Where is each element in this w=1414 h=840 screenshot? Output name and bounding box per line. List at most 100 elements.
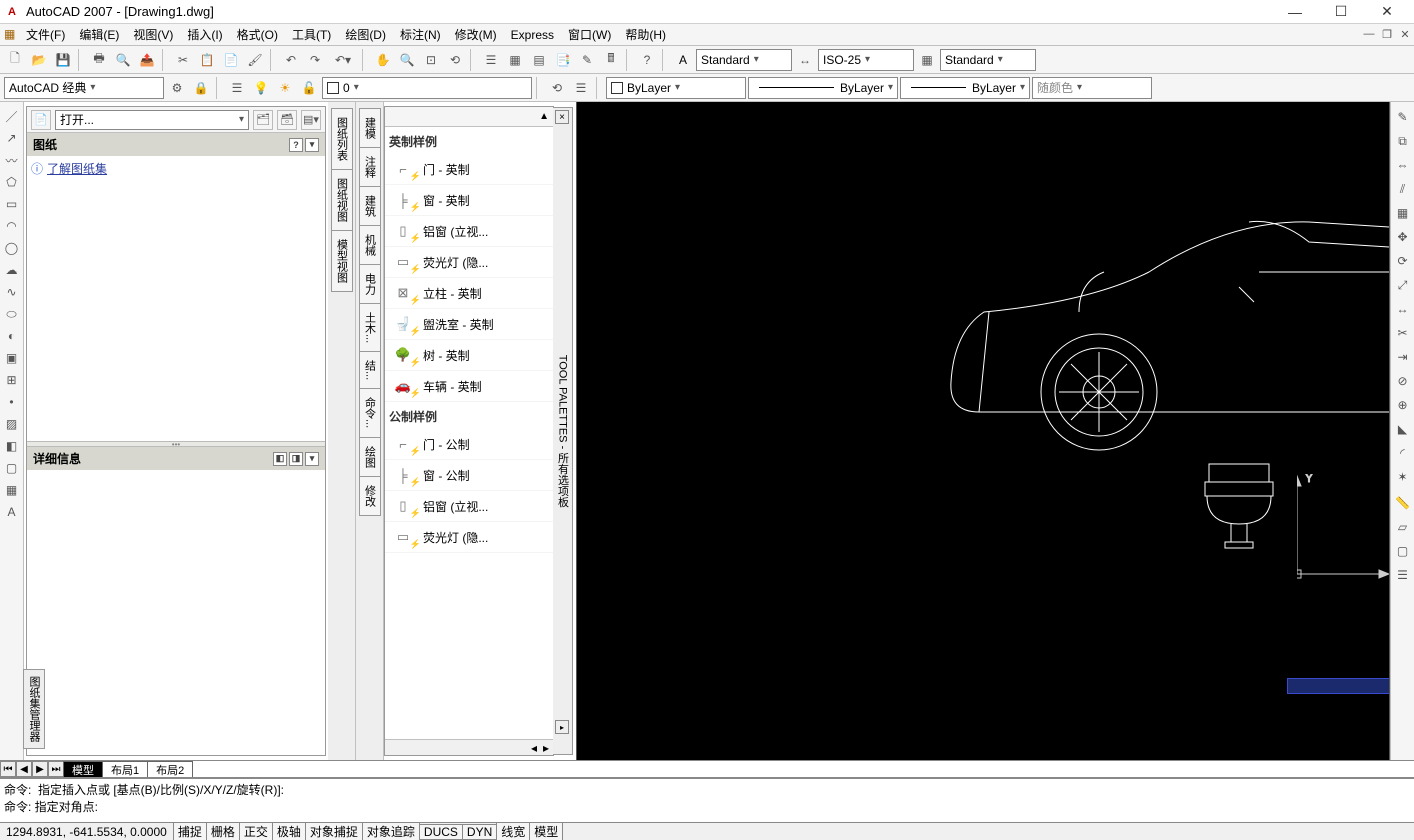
workspace-settings-button[interactable]: ⚙: [166, 77, 188, 99]
print-button[interactable]: 🖶: [88, 49, 110, 71]
layer-props-button[interactable]: ☰: [226, 77, 248, 99]
tablestyle-combo[interactable]: Standard▾: [940, 49, 1036, 71]
doc-restore-button[interactable]: ❐: [1378, 28, 1396, 41]
zoom-realtime-button[interactable]: 🔍: [396, 49, 418, 71]
paste-button[interactable]: 📄: [220, 49, 242, 71]
copy-button[interactable]: 📋: [196, 49, 218, 71]
point-tool[interactable]: •: [2, 392, 22, 412]
redo-button[interactable]: ↷: [304, 49, 326, 71]
gradient-tool[interactable]: ◧: [2, 436, 22, 456]
polyline-tool[interactable]: 〰: [2, 150, 22, 170]
layer-lock-icon[interactable]: 🔓: [298, 77, 320, 99]
preview-button[interactable]: 🔍: [112, 49, 134, 71]
erase-tool[interactable]: ✎: [1392, 106, 1414, 128]
save-button[interactable]: 💾: [52, 49, 74, 71]
tp-metric-door[interactable]: ⌐门 - 公制: [385, 429, 553, 460]
rectangle-tool[interactable]: ▭: [2, 194, 22, 214]
vtab-cat-7[interactable]: 命令...: [359, 388, 381, 437]
status-dyn[interactable]: DYN: [462, 824, 497, 840]
textstyle-combo[interactable]: Standard▾: [696, 49, 792, 71]
region-tool[interactable]: ▢: [2, 458, 22, 478]
sheetset-btn2[interactable]: 🗃: [277, 110, 297, 130]
doc-close-button[interactable]: ✕: [1396, 28, 1414, 41]
workspace-combo[interactable]: AutoCAD 经典▾: [4, 77, 164, 99]
calc-button[interactable]: 🖩: [600, 49, 622, 71]
status-model[interactable]: 模型: [529, 822, 563, 840]
arc-tool[interactable]: ◠: [2, 216, 22, 236]
linetype-combo[interactable]: ByLayer▾: [748, 77, 898, 99]
menu-tools[interactable]: 工具(T): [286, 24, 337, 45]
layer-combo[interactable]: 0▾: [322, 77, 532, 99]
layout-tab-layout1[interactable]: 布局1: [102, 761, 148, 777]
details-menu-icon[interactable]: ▾: [305, 452, 319, 466]
layer-states-button[interactable]: ☰: [570, 77, 592, 99]
color-combo[interactable]: ByLayer▾: [606, 77, 746, 99]
menu-draw[interactable]: 绘图(D): [339, 24, 392, 45]
drawing-canvas[interactable]: X Y 指定对角点: 1294.8931 -641.5534: [577, 102, 1389, 760]
scale-tool[interactable]: ⤢: [1392, 274, 1414, 296]
menu-help[interactable]: 帮助(H): [619, 24, 672, 45]
offset-tool[interactable]: ⫽: [1392, 178, 1414, 200]
tp-metric-alumwin[interactable]: ▯铝窗 (立视...: [385, 491, 553, 522]
xline-tool[interactable]: ↗: [2, 128, 22, 148]
menu-dim[interactable]: 标注(N): [394, 24, 447, 45]
lineweight-combo[interactable]: ByLayer▾: [900, 77, 1030, 99]
trim-tool[interactable]: ✂: [1392, 322, 1414, 344]
pan-button[interactable]: ✋: [372, 49, 394, 71]
tp-imperial-vehicle[interactable]: 🚗车辆 - 英制: [385, 371, 553, 402]
learn-sheetset-link-label[interactable]: 了解图纸集: [47, 160, 107, 177]
tp-metric-window[interactable]: ╞窗 - 公制: [385, 460, 553, 491]
revcloud-tool[interactable]: ☁: [2, 260, 22, 280]
array-tool[interactable]: ▦: [1392, 202, 1414, 224]
dist-tool[interactable]: 📏: [1392, 492, 1414, 514]
region-tool2[interactable]: ▢: [1392, 540, 1414, 562]
tp-imperial-door[interactable]: ⌐门 - 英制: [385, 154, 553, 185]
sheetset-new-icon[interactable]: 📄: [31, 110, 51, 130]
zoom-previous-button[interactable]: ⟲: [444, 49, 466, 71]
vtab-cat-4[interactable]: 电力: [359, 264, 381, 304]
menu-modify[interactable]: 修改(M): [449, 24, 503, 45]
vtab-cat-2[interactable]: 建筑: [359, 186, 381, 226]
tp-scroll-left-icon[interactable]: ◂: [531, 741, 537, 755]
tab-prev-button[interactable]: ◀: [16, 761, 32, 777]
details-wnd2-icon[interactable]: ◨: [289, 452, 303, 466]
help-button[interactable]: ?: [636, 49, 658, 71]
status-ortho[interactable]: 正交: [239, 822, 273, 840]
stretch-tool[interactable]: ↔: [1392, 298, 1414, 320]
vtab-cat-8[interactable]: 绘图: [359, 437, 381, 477]
status-ducs[interactable]: DUCS: [419, 824, 463, 840]
tab-first-button[interactable]: ⏮: [0, 761, 16, 777]
status-snap[interactable]: 捕捉: [173, 822, 207, 840]
layer-visibility-icon[interactable]: 💡: [250, 77, 272, 99]
vtab-sheetlist[interactable]: 图纸列表: [331, 108, 353, 170]
publish-button[interactable]: 📤: [136, 49, 158, 71]
command-line[interactable]: 命令: 指定插入点或 [基点(B)/比例(S)/X/Y/Z/旋转(R)]: 命令…: [0, 778, 1414, 822]
layout-tab-model[interactable]: 模型: [63, 761, 103, 777]
undo-dropdown[interactable]: ↶▾: [328, 49, 358, 71]
spline-tool[interactable]: ∿: [2, 282, 22, 302]
menu-view[interactable]: 视图(V): [127, 24, 179, 45]
break-tool[interactable]: ⊘: [1392, 370, 1414, 392]
tp-imperial-fluor[interactable]: ▭荧光灯 (隐...: [385, 247, 553, 278]
fillet-tool[interactable]: ◜: [1392, 442, 1414, 464]
tab-next-button[interactable]: ▶: [32, 761, 48, 777]
vtab-cat-5[interactable]: 土木...: [359, 303, 381, 352]
vtab-cat-3[interactable]: 机械: [359, 225, 381, 265]
doc-minimize-button[interactable]: —: [1360, 28, 1378, 41]
menu-format[interactable]: 格式(O): [231, 24, 284, 45]
list-tool[interactable]: ☰: [1392, 564, 1414, 586]
markup-button[interactable]: ✎: [576, 49, 598, 71]
minimize-button[interactable]: —: [1272, 1, 1318, 23]
circle-tool[interactable]: ◯: [2, 238, 22, 258]
vtab-cat-9[interactable]: 修改: [359, 476, 381, 516]
hatch-tool[interactable]: ▨: [2, 414, 22, 434]
status-otrack[interactable]: 对象追踪: [362, 822, 420, 840]
properties-button[interactable]: ☰: [480, 49, 502, 71]
copy-tool[interactable]: ⧉: [1392, 130, 1414, 152]
layer-previous-button[interactable]: ⟲: [546, 77, 568, 99]
tp-metric-fluor[interactable]: ▭荧光灯 (隐...: [385, 522, 553, 553]
chamfer-tool[interactable]: ◣: [1392, 418, 1414, 440]
makeblock-tool[interactable]: ⊞: [2, 370, 22, 390]
sheetset-open-combo[interactable]: 打开...▾: [55, 110, 249, 130]
vtab-cat-1[interactable]: 注释: [359, 147, 381, 187]
